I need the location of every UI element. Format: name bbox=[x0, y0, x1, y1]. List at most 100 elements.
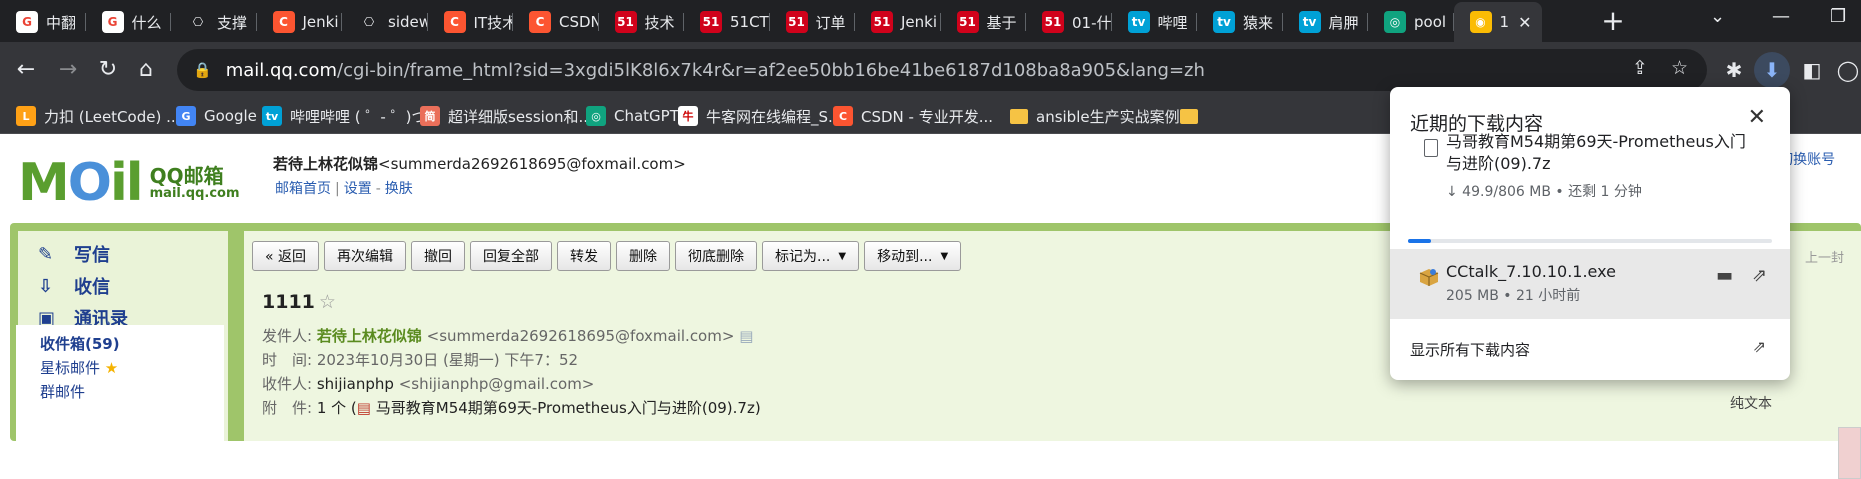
user-info: 若待上林花似锦<summerda2692618695@foxmail.com> bbox=[273, 153, 686, 174]
open-external-icon[interactable]: ⇗ bbox=[1753, 337, 1766, 356]
bookmark-item[interactable]: tv 哔哩哔哩 ( ゜- ゜)つ... bbox=[262, 103, 441, 129]
browser-tab[interactable]: 51 01-什 bbox=[1026, 4, 1112, 40]
browser-tab[interactable]: ⎔ 支撑 bbox=[171, 4, 257, 40]
back-arrow-icon[interactable]: ← bbox=[8, 52, 44, 88]
back-button[interactable]: « 返回 bbox=[252, 241, 320, 271]
close-icon[interactable]: ✕ bbox=[1748, 105, 1766, 130]
bookmark-favicon-icon: L bbox=[16, 106, 36, 126]
browser-tab[interactable]: tv 猿来 bbox=[1197, 4, 1283, 40]
delete-button[interactable]: 删除 bbox=[616, 241, 671, 271]
bookmark-item[interactable]: C CSDN - 专业开发... bbox=[833, 103, 993, 129]
bookmark-item[interactable]: 简超详细版session和... bbox=[420, 103, 593, 129]
attachment-link[interactable]: 马哥教育M54期第69天-Prometheus入门与进阶(09).7z) bbox=[376, 399, 761, 417]
download-icon[interactable]: ⬇ bbox=[1754, 52, 1790, 88]
downloads-bubble: 近期的下载内容 ✕ 马哥教育M54期第69天-Prometheus入门 与进阶(… bbox=[1390, 87, 1790, 380]
tab-label: 中翻 bbox=[46, 13, 77, 32]
mail-home-link[interactable]: 邮箱首页 bbox=[275, 181, 331, 197]
minimize-icon[interactable]: — bbox=[1772, 6, 1790, 27]
write-mail-button[interactable]: ✎ 写信 bbox=[38, 241, 110, 267]
to-line: 收件人: shijianphp <shijianphp@gmail.com> bbox=[262, 375, 595, 393]
maximize-icon[interactable]: ❐ bbox=[1830, 6, 1846, 27]
skin-link[interactable]: 换肤 bbox=[385, 181, 413, 197]
recall-button[interactable]: 撤回 bbox=[411, 241, 466, 271]
star-outline-icon[interactable]: ☆ bbox=[319, 291, 336, 313]
browser-tab[interactable]: C CSDN bbox=[513, 4, 599, 40]
home-icon[interactable]: ⌂ bbox=[128, 52, 164, 88]
receive-mail-button[interactable]: ⇩ 收信 bbox=[38, 273, 110, 299]
browser-tab[interactable]: 51 技术 bbox=[599, 4, 684, 40]
browser-tab[interactable]: 51 订单 bbox=[770, 4, 855, 40]
tab-favicon-icon: ◎ bbox=[1384, 11, 1406, 33]
qq-mail-logo[interactable]: MOil QQ邮箱 mail.qq.com bbox=[18, 153, 240, 213]
browser-tab[interactable]: 51 51CT bbox=[684, 4, 770, 40]
tab-favicon-icon: 51 bbox=[1042, 11, 1064, 33]
browser-tab[interactable]: G 中翻 bbox=[0, 4, 86, 40]
tab-label: 01-什 bbox=[1072, 13, 1112, 32]
browser-tab[interactable]: 51 Jenki bbox=[855, 4, 941, 40]
share-icon[interactable]: ⇪ bbox=[1632, 57, 1648, 79]
profile-icon[interactable]: ◯ bbox=[1830, 52, 1861, 88]
tab-label: 猿来 bbox=[1243, 13, 1274, 32]
browser-tab[interactable]: ⎔ sidew bbox=[342, 4, 428, 40]
mark-as-dropdown[interactable]: 标记为... ▼ bbox=[762, 241, 860, 271]
show-all-downloads-link[interactable]: 显示所有下载内容 bbox=[1410, 339, 1530, 360]
tab-label: 哔哩 bbox=[1157, 13, 1188, 32]
reply-all-button[interactable]: 回复全部 bbox=[470, 241, 553, 271]
download-file1-name[interactable]: 马哥教育M54期第69天-Prometheus入门 与进阶(09).7z bbox=[1446, 131, 1746, 175]
tab-label: 51CT bbox=[730, 13, 769, 31]
bookmark-item[interactable]: ◎ ChatGPT bbox=[586, 103, 679, 129]
tab-label: Jenki bbox=[302, 13, 339, 31]
open-external-icon[interactable]: ⇗ bbox=[1752, 265, 1767, 286]
move-to-dropdown[interactable]: 移动到... ▼ bbox=[864, 241, 962, 271]
prev-mail-link[interactable]: 上一封 bbox=[1805, 247, 1844, 266]
bookmark-label: ChatGPT bbox=[614, 107, 679, 125]
bookmark-item[interactable]: 牛牛客网在线编程_S... bbox=[678, 103, 842, 129]
bookmark-label: 哔哩哔哩 ( ゜- ゜)つ... bbox=[290, 107, 441, 126]
folder-inbox[interactable]: 收件箱(59) bbox=[40, 333, 120, 354]
forward-arrow-icon[interactable]: → bbox=[50, 52, 86, 88]
side-panel-icon[interactable]: ◧ bbox=[1794, 52, 1830, 88]
download-item-cctalk[interactable]: CCtalk_7.10.10.1.exe 205 MB • 21 小时前 ▬ ⇗ bbox=[1390, 249, 1790, 319]
address-bar[interactable]: 🔒 mail.qq.com/cgi-bin/frame_html?sid=3xg… bbox=[177, 49, 1707, 91]
browser-tab[interactable]: 51 基于 bbox=[941, 4, 1026, 40]
bookmark-item[interactable]: L 力扣 (LeetCode) ... bbox=[16, 103, 180, 129]
bookmark-folder[interactable]: ansible生产实战案例 bbox=[1010, 103, 1180, 129]
tab-favicon-icon: ⎔ bbox=[187, 11, 209, 33]
bookmark-label: CSDN - 专业开发... bbox=[861, 107, 994, 126]
browser-tab[interactable]: tv 肩胛 bbox=[1283, 4, 1368, 40]
folder-group[interactable]: 群邮件 bbox=[40, 381, 85, 402]
bookmark-item[interactable]: G Google bbox=[176, 103, 257, 129]
browser-tab[interactable]: ◎ pool bbox=[1368, 4, 1454, 40]
permanent-delete-button[interactable]: 彻底删除 bbox=[675, 241, 758, 271]
folder-starred[interactable]: 星标邮件 ★ bbox=[40, 357, 118, 378]
tab-close-icon[interactable]: ✕ bbox=[1518, 13, 1531, 32]
re-edit-button[interactable]: 再次编辑 bbox=[324, 241, 407, 271]
logo-cn: QQ邮箱 bbox=[149, 163, 224, 188]
settings-link[interactable]: 设置 bbox=[344, 181, 372, 197]
bookmark-folder[interactable] bbox=[1180, 103, 1206, 129]
tab-favicon-icon: 51 bbox=[614, 11, 637, 33]
extensions-puzzle-icon[interactable]: ✱ bbox=[1716, 52, 1752, 88]
tab-favicon-icon: 51 bbox=[956, 11, 979, 33]
browser-tab[interactable]: C Jenki bbox=[257, 4, 342, 40]
bookmark-label: ansible生产实战案例 bbox=[1036, 107, 1180, 126]
download-progress-bar bbox=[1408, 239, 1772, 243]
forward-button[interactable]: 转发 bbox=[557, 241, 612, 271]
browser-tab[interactable]: C IT技术 bbox=[428, 4, 513, 40]
reload-icon[interactable]: ↻ bbox=[90, 52, 126, 88]
tab-search-chevron-icon[interactable]: ⌄ bbox=[1710, 6, 1725, 27]
bookmark-label: 超详细版session和... bbox=[448, 107, 593, 126]
browser-tab[interactable]: ◉ 1 ✕ bbox=[1453, 2, 1542, 42]
bookmark-star-icon[interactable]: ☆ bbox=[1671, 57, 1688, 79]
sender-address: <summerda2692618695@foxmail.com> bbox=[426, 327, 735, 345]
folder-icon bbox=[1180, 108, 1198, 124]
new-tab-button[interactable]: + bbox=[1597, 6, 1629, 38]
plain-text-link[interactable]: 纯文本 bbox=[1730, 393, 1772, 413]
bookmark-favicon-icon: 牛 bbox=[678, 106, 698, 126]
sender-name[interactable]: 若待上林花似锦 bbox=[317, 327, 422, 345]
contact-card-icon[interactable]: ▤ bbox=[739, 327, 753, 345]
lock-icon[interactable]: 🔒 bbox=[193, 61, 212, 79]
browser-tab[interactable]: G 什么 bbox=[86, 4, 171, 40]
folder-icon[interactable]: ▬ bbox=[1716, 265, 1733, 286]
browser-tab[interactable]: tv 哔哩 bbox=[1112, 4, 1197, 40]
